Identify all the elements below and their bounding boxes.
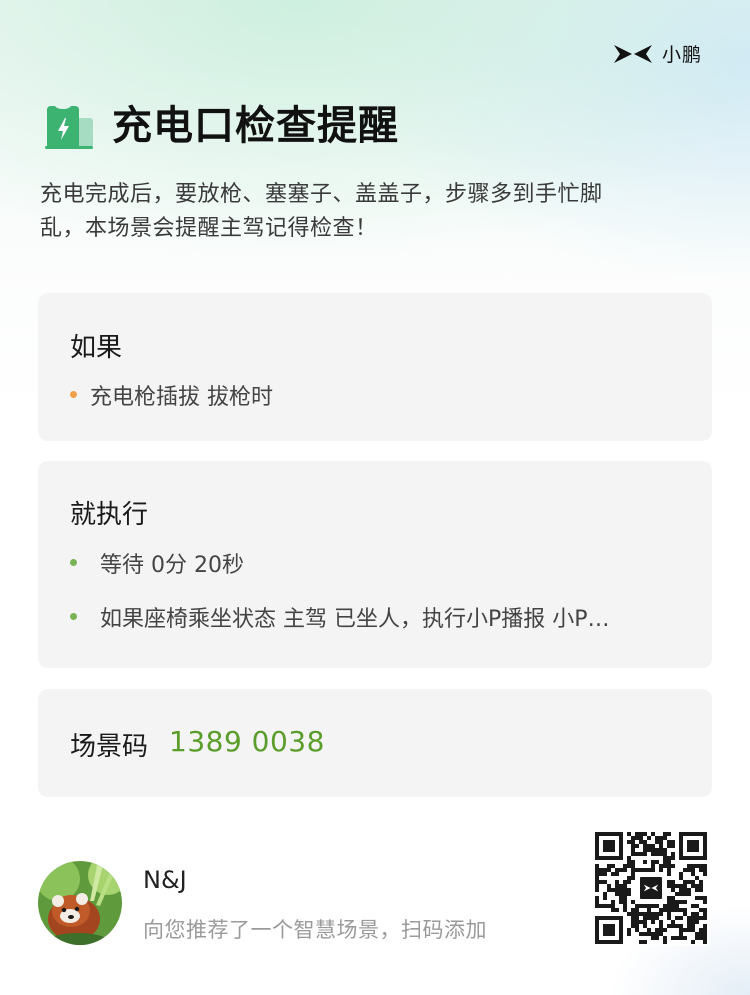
charging-battery-icon — [45, 106, 93, 149]
action-item: 如果座椅乘坐状态 主驾 已坐人，执行小P播报 小P… — [100, 607, 610, 632]
condition-bullet — [70, 391, 77, 398]
scene-code-card: 场景码 1389 0038 — [38, 689, 712, 797]
then-card-title: 就执行 — [70, 500, 149, 530]
brand-name: 小鹏 — [662, 44, 703, 66]
red-panda-avatar — [38, 861, 122, 945]
share-message: 向您推荐了一个智慧场景，扫码添加 — [143, 918, 487, 942]
page-title: 充电口检查提醒 — [112, 103, 399, 149]
brand-logo: 小鹏 — [612, 40, 702, 67]
description-line: 充电完成后，要放枪、塞塞子、盖盖子，步骤多到手忙脚 — [40, 182, 603, 207]
scene-description: 充电完成后，要放枪、塞塞子、盖盖子，步骤多到手忙脚 乱，本场景会提醒主驾记得检查… — [40, 178, 710, 246]
condition-item: 充电枪插拔 拔枪时 — [90, 385, 273, 410]
action-item: 等待 0分 20秒 — [100, 553, 244, 578]
if-condition-card: 如果 充电枪插拔 拔枪时 — [38, 293, 712, 441]
scene-code-label: 场景码 — [70, 732, 149, 762]
scene-code-value[interactable]: 1389 0038 — [169, 725, 325, 758]
xpeng-qr-logo-icon — [638, 875, 664, 901]
then-action-card: 就执行 等待 0分 20秒 如果座椅乘坐状态 主驾 已坐人，执行小P播报 小P… — [38, 461, 712, 668]
description-line: 乱，本场景会提醒主驾记得检查！ — [40, 216, 378, 241]
sharer-username: N&J — [143, 866, 187, 894]
xpeng-logo-icon — [614, 44, 652, 63]
if-card-title: 如果 — [70, 333, 123, 363]
action-bullet — [70, 559, 77, 566]
action-bullet — [70, 613, 77, 620]
qr-code-icon[interactable] — [593, 830, 709, 946]
